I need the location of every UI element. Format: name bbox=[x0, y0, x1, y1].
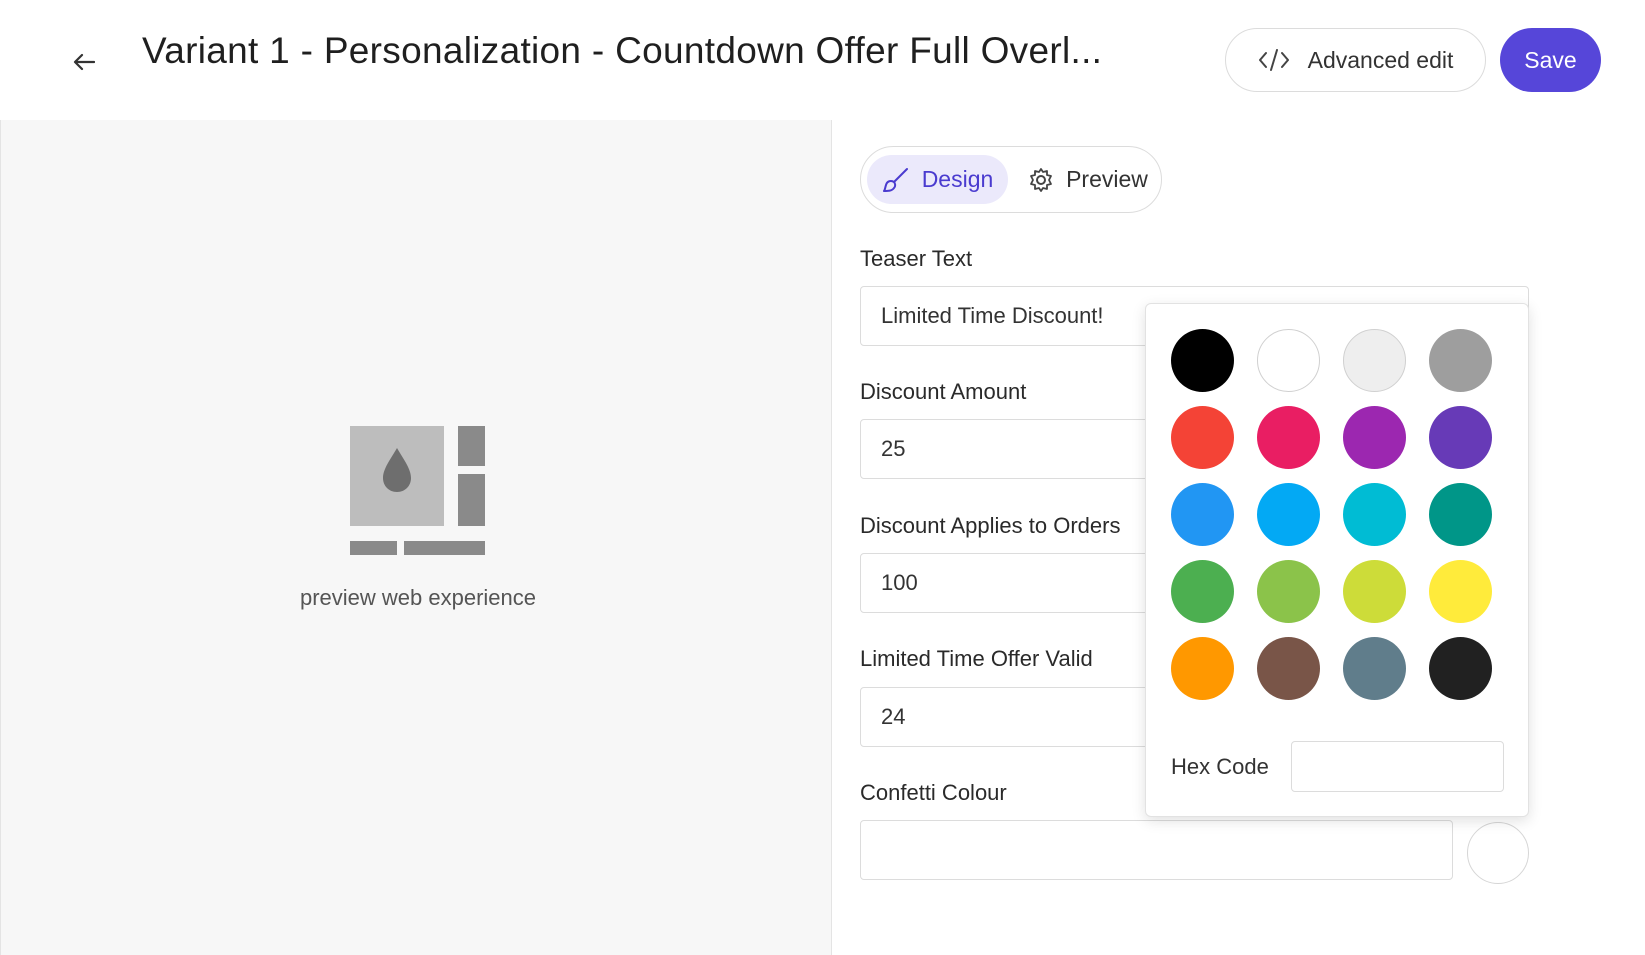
color-swatch[interactable] bbox=[1257, 637, 1320, 700]
color-swatch[interactable] bbox=[1343, 406, 1406, 469]
confetti-colour-input[interactable] bbox=[860, 820, 1453, 880]
color-swatch[interactable] bbox=[1257, 406, 1320, 469]
color-swatch[interactable] bbox=[1171, 560, 1234, 623]
offer-valid-label: Limited Time Offer Valid bbox=[860, 646, 1093, 671]
confetti-colour-swatch-button[interactable] bbox=[1467, 822, 1529, 884]
page-title: Variant 1 - Personalization - Countdown … bbox=[142, 30, 1103, 71]
color-swatch[interactable] bbox=[1343, 560, 1406, 623]
color-swatch[interactable] bbox=[1343, 329, 1406, 392]
hex-code-label: Hex Code bbox=[1171, 754, 1269, 779]
arrow-left-icon bbox=[73, 53, 95, 71]
code-icon bbox=[1258, 49, 1289, 71]
color-swatch[interactable] bbox=[1171, 483, 1234, 546]
color-swatch[interactable] bbox=[1171, 329, 1234, 392]
top-header: Variant 1 - Personalization - Countdown … bbox=[0, 0, 1645, 120]
confetti-colour-label: Confetti Colour bbox=[860, 780, 1007, 805]
advanced-edit-label: Advanced edit bbox=[1307, 46, 1454, 73]
discount-amount-label: Discount Amount bbox=[860, 379, 1027, 404]
save-button[interactable]: Save bbox=[1500, 28, 1601, 92]
gear-icon bbox=[1030, 167, 1052, 192]
color-swatch[interactable] bbox=[1429, 637, 1492, 700]
color-picker-popover: Hex Code bbox=[1145, 303, 1529, 817]
teaser-text-label: Teaser Text bbox=[860, 246, 973, 271]
color-swatch[interactable] bbox=[1343, 483, 1406, 546]
image-placeholder-icon bbox=[350, 426, 485, 555]
back-button[interactable] bbox=[66, 44, 102, 80]
color-swatch[interactable] bbox=[1257, 329, 1320, 392]
tab-design-label: Design bbox=[921, 166, 994, 192]
tab-preview[interactable]: Preview bbox=[1019, 155, 1157, 204]
paintbrush-icon bbox=[882, 167, 908, 192]
color-swatch[interactable] bbox=[1257, 483, 1320, 546]
advanced-edit-button[interactable]: Advanced edit bbox=[1225, 28, 1486, 92]
color-swatch[interactable] bbox=[1171, 637, 1234, 700]
color-swatch[interactable] bbox=[1171, 406, 1234, 469]
hex-code-input[interactable] bbox=[1291, 741, 1504, 792]
color-swatch[interactable] bbox=[1429, 483, 1492, 546]
color-swatch[interactable] bbox=[1257, 560, 1320, 623]
discount-applies-label: Discount Applies to Orders bbox=[860, 513, 1121, 538]
color-swatch[interactable] bbox=[1429, 329, 1492, 392]
tab-design[interactable]: Design bbox=[867, 155, 1008, 204]
color-swatch[interactable] bbox=[1429, 560, 1492, 623]
mode-tabs: Design Preview bbox=[860, 146, 1162, 213]
color-swatch[interactable] bbox=[1343, 637, 1406, 700]
color-swatch[interactable] bbox=[1429, 406, 1492, 469]
tab-preview-label: Preview bbox=[1066, 166, 1148, 192]
preview-panel: preview web experience bbox=[0, 120, 832, 955]
preview-caption: preview web experience bbox=[299, 585, 537, 610]
